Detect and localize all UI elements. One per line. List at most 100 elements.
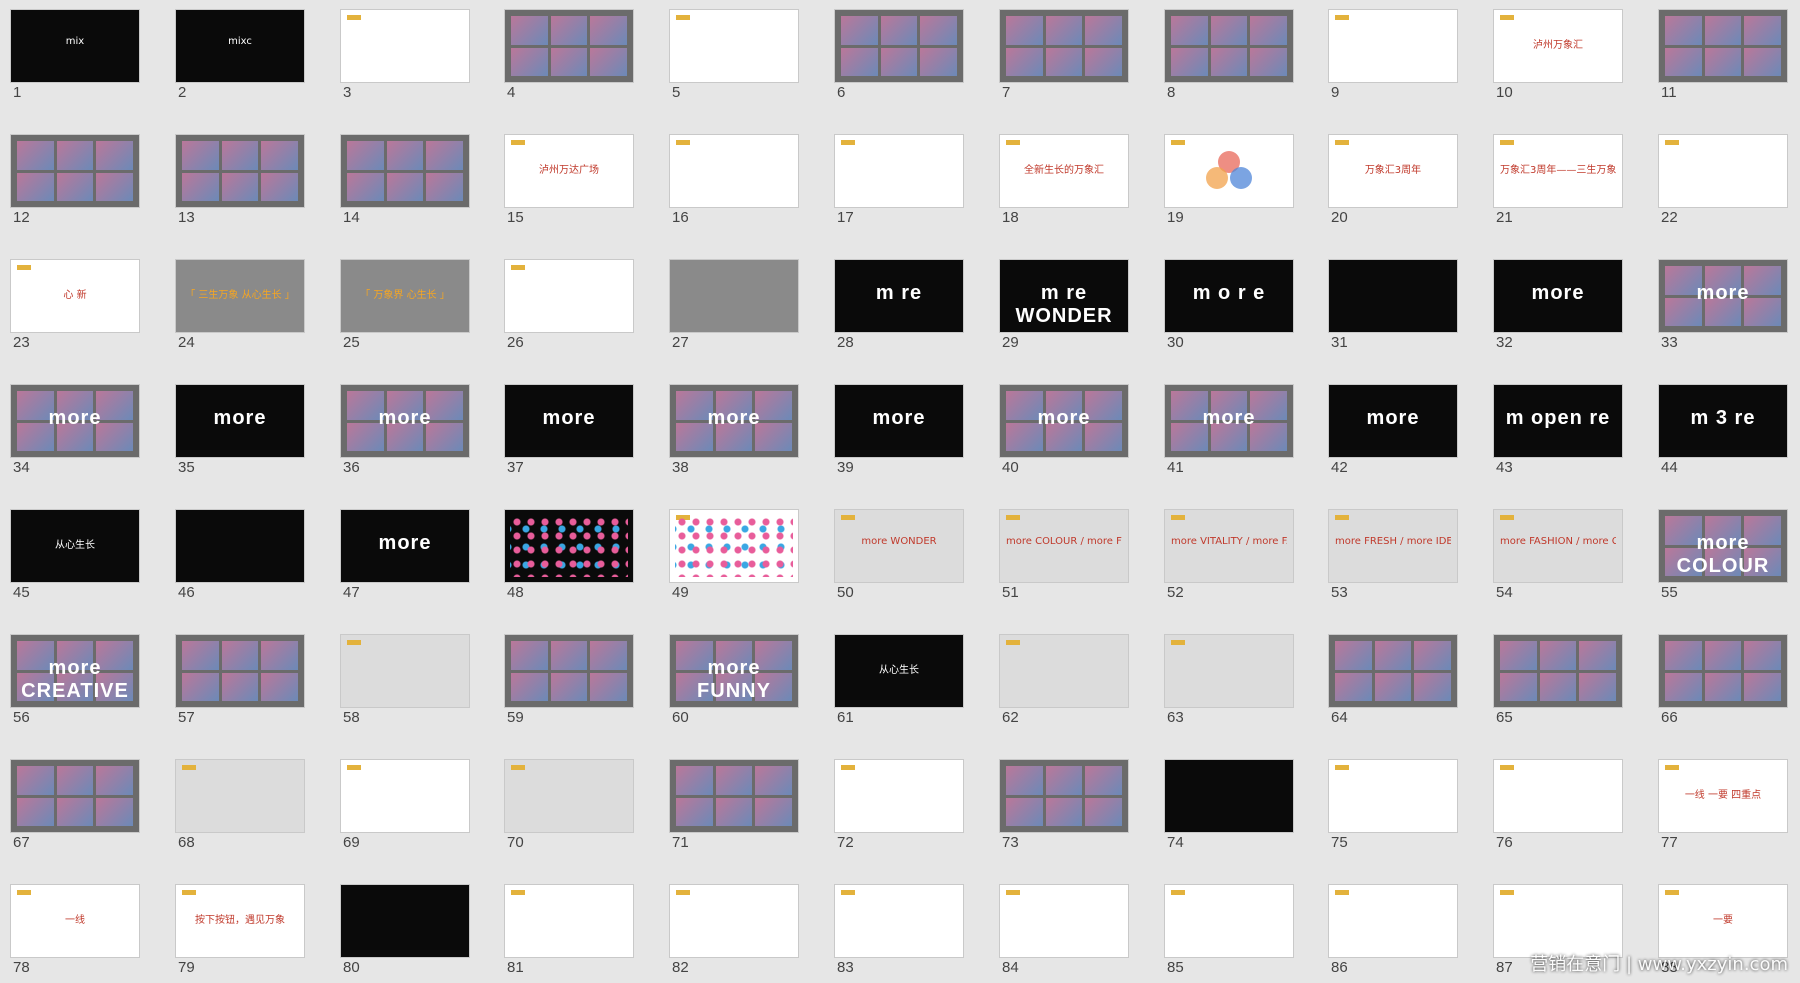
slide-thumbnail[interactable]: 48 (505, 510, 633, 608)
slide-thumbnail[interactable]: 74 (1165, 760, 1293, 858)
logo-mark (1335, 890, 1349, 895)
slide-number: 11 (1661, 84, 1677, 101)
slide-thumbnail[interactable]: 76 (1494, 760, 1622, 858)
slide-thumbnail[interactable]: m re WONDER29 (1000, 260, 1128, 358)
slide-thumbnail[interactable]: 84 (1000, 885, 1128, 983)
slide-thumbnail[interactable]: 万象汇3周年——三生万象21 (1494, 135, 1622, 233)
logo-mark (1006, 140, 1020, 145)
slide-number: 69 (343, 834, 360, 851)
slide-thumbnail[interactable]: 62 (1000, 635, 1128, 733)
slide-thumbnail[interactable]: more47 (341, 510, 469, 608)
slide-preview: more FRESH / more IDEA (1329, 510, 1457, 582)
slide-thumbnail[interactable]: 17 (835, 135, 963, 233)
slide-thumbnail[interactable]: 8 (1165, 10, 1293, 108)
slide-thumbnail[interactable]: 73 (1000, 760, 1128, 858)
slide-thumbnail[interactable]: mix1 (11, 10, 139, 108)
slide-thumbnail[interactable]: more COLOUR / more FUNNY51 (1000, 510, 1128, 608)
slide-thumbnail[interactable]: 57 (176, 635, 304, 733)
slide-thumbnail[interactable]: 67 (11, 760, 139, 858)
slide-thumbnail[interactable]: more41 (1165, 385, 1293, 483)
slide-thumbnail[interactable]: more COLOUR55 (1659, 510, 1787, 608)
slide-thumbnail[interactable]: 从心生长61 (835, 635, 963, 733)
slide-preview: more (835, 385, 963, 457)
slide-thumbnail[interactable]: m open re43 (1494, 385, 1622, 483)
slide-thumbnail[interactable]: 83 (835, 885, 963, 983)
slide-thumbnail[interactable]: m 3 re44 (1659, 385, 1787, 483)
slide-thumbnail[interactable]: 68 (176, 760, 304, 858)
slide-thumbnail[interactable]: m re28 (835, 260, 963, 358)
slide-thumbnail[interactable]: 全新生长的万象汇18 (1000, 135, 1128, 233)
slide-thumbnail[interactable]: more38 (670, 385, 798, 483)
slide-thumbnail[interactable]: more FASHION / more CREATIVE54 (1494, 510, 1622, 608)
slide-thumbnail[interactable]: 59 (505, 635, 633, 733)
slide-thumbnail[interactable]: 64 (1329, 635, 1457, 733)
slide-thumbnail[interactable]: more FUNNY60 (670, 635, 798, 733)
slide-thumbnail[interactable]: more FRESH / more IDEA53 (1329, 510, 1457, 608)
slide-thumbnail[interactable]: 70 (505, 760, 633, 858)
slide-thumbnail[interactable]: 「 万象界 心生长 」25 (341, 260, 469, 358)
photo-collage (182, 141, 298, 201)
slide-thumbnail[interactable]: 27 (670, 260, 798, 358)
slide-thumbnail[interactable]: 一线 一要 四重点77 (1659, 760, 1787, 858)
slide-thumbnail[interactable]: more VITALITY / more FANTSY52 (1165, 510, 1293, 608)
slide-preview: 「 三生万象 从心生长 」 (176, 260, 304, 332)
slide-thumbnail[interactable]: 82 (670, 885, 798, 983)
logo-mark (841, 765, 855, 770)
slide-thumbnail[interactable]: 一线78 (11, 885, 139, 983)
slide-number: 9 (1331, 84, 1339, 101)
slide-preview (835, 885, 963, 957)
slide-thumbnail[interactable]: 「 三生万象 从心生长 」24 (176, 260, 304, 358)
slide-thumbnail[interactable]: 4 (505, 10, 633, 108)
slide-thumbnail[interactable]: 66 (1659, 635, 1787, 733)
slide-thumbnail[interactable]: 16 (670, 135, 798, 233)
slide-thumbnail[interactable]: 14 (341, 135, 469, 233)
slide-thumbnail[interactable]: 13 (176, 135, 304, 233)
slide-thumbnail[interactable]: 81 (505, 885, 633, 983)
slide-thumbnail[interactable]: 6 (835, 10, 963, 108)
slide-thumbnail[interactable]: 7 (1000, 10, 1128, 108)
slide-thumbnail[interactable]: 泸州万象汇10 (1494, 10, 1622, 108)
slide-thumbnail[interactable]: mixc2 (176, 10, 304, 108)
logo-mark (1335, 140, 1349, 145)
slide-thumbnail[interactable]: 69 (341, 760, 469, 858)
slide-thumbnail[interactable]: 72 (835, 760, 963, 858)
slide-number: 79 (178, 959, 195, 976)
slide-thumbnail[interactable]: 26 (505, 260, 633, 358)
slide-thumbnail[interactable]: 12 (11, 135, 139, 233)
slide-thumbnail[interactable]: 75 (1329, 760, 1457, 858)
slide-thumbnail[interactable]: 心 新23 (11, 260, 139, 358)
slide-thumbnail[interactable]: 5 (670, 10, 798, 108)
slide-thumbnail[interactable]: 46 (176, 510, 304, 608)
slide-thumbnail[interactable]: 80 (341, 885, 469, 983)
slide-thumbnail[interactable]: more37 (505, 385, 633, 483)
slide-thumbnail[interactable]: 按下按钮，遇见万象79 (176, 885, 304, 983)
slide-thumbnail[interactable]: 万象汇3周年20 (1329, 135, 1457, 233)
slide-thumbnail[interactable]: 9 (1329, 10, 1457, 108)
slide-thumbnail[interactable]: 泸州万达广场15 (505, 135, 633, 233)
slide-thumbnail[interactable]: 86 (1329, 885, 1457, 983)
slide-thumbnail[interactable]: more WONDER50 (835, 510, 963, 608)
slide-thumbnail[interactable]: m o r e30 (1165, 260, 1293, 358)
slide-thumbnail[interactable]: more40 (1000, 385, 1128, 483)
slide-thumbnail[interactable]: more CREATIVE56 (11, 635, 139, 733)
slide-number: 29 (1002, 334, 1019, 351)
slide-thumbnail[interactable]: more33 (1659, 260, 1787, 358)
slide-thumbnail[interactable]: 63 (1165, 635, 1293, 733)
slide-thumbnail[interactable]: more32 (1494, 260, 1622, 358)
slide-thumbnail[interactable]: 85 (1165, 885, 1293, 983)
slide-thumbnail[interactable]: 65 (1494, 635, 1622, 733)
slide-thumbnail[interactable]: more34 (11, 385, 139, 483)
slide-thumbnail[interactable]: 11 (1659, 10, 1787, 108)
slide-thumbnail[interactable]: more39 (835, 385, 963, 483)
slide-thumbnail[interactable]: 3 (341, 10, 469, 108)
slide-thumbnail[interactable]: more36 (341, 385, 469, 483)
slide-thumbnail[interactable]: 58 (341, 635, 469, 733)
slide-thumbnail[interactable]: 19 (1165, 135, 1293, 233)
slide-thumbnail[interactable]: more35 (176, 385, 304, 483)
slide-thumbnail[interactable]: 从心生长45 (11, 510, 139, 608)
slide-thumbnail[interactable]: 49 (670, 510, 798, 608)
slide-thumbnail[interactable]: 71 (670, 760, 798, 858)
slide-thumbnail[interactable]: 22 (1659, 135, 1787, 233)
slide-thumbnail[interactable]: 31 (1329, 260, 1457, 358)
slide-thumbnail[interactable]: more42 (1329, 385, 1457, 483)
